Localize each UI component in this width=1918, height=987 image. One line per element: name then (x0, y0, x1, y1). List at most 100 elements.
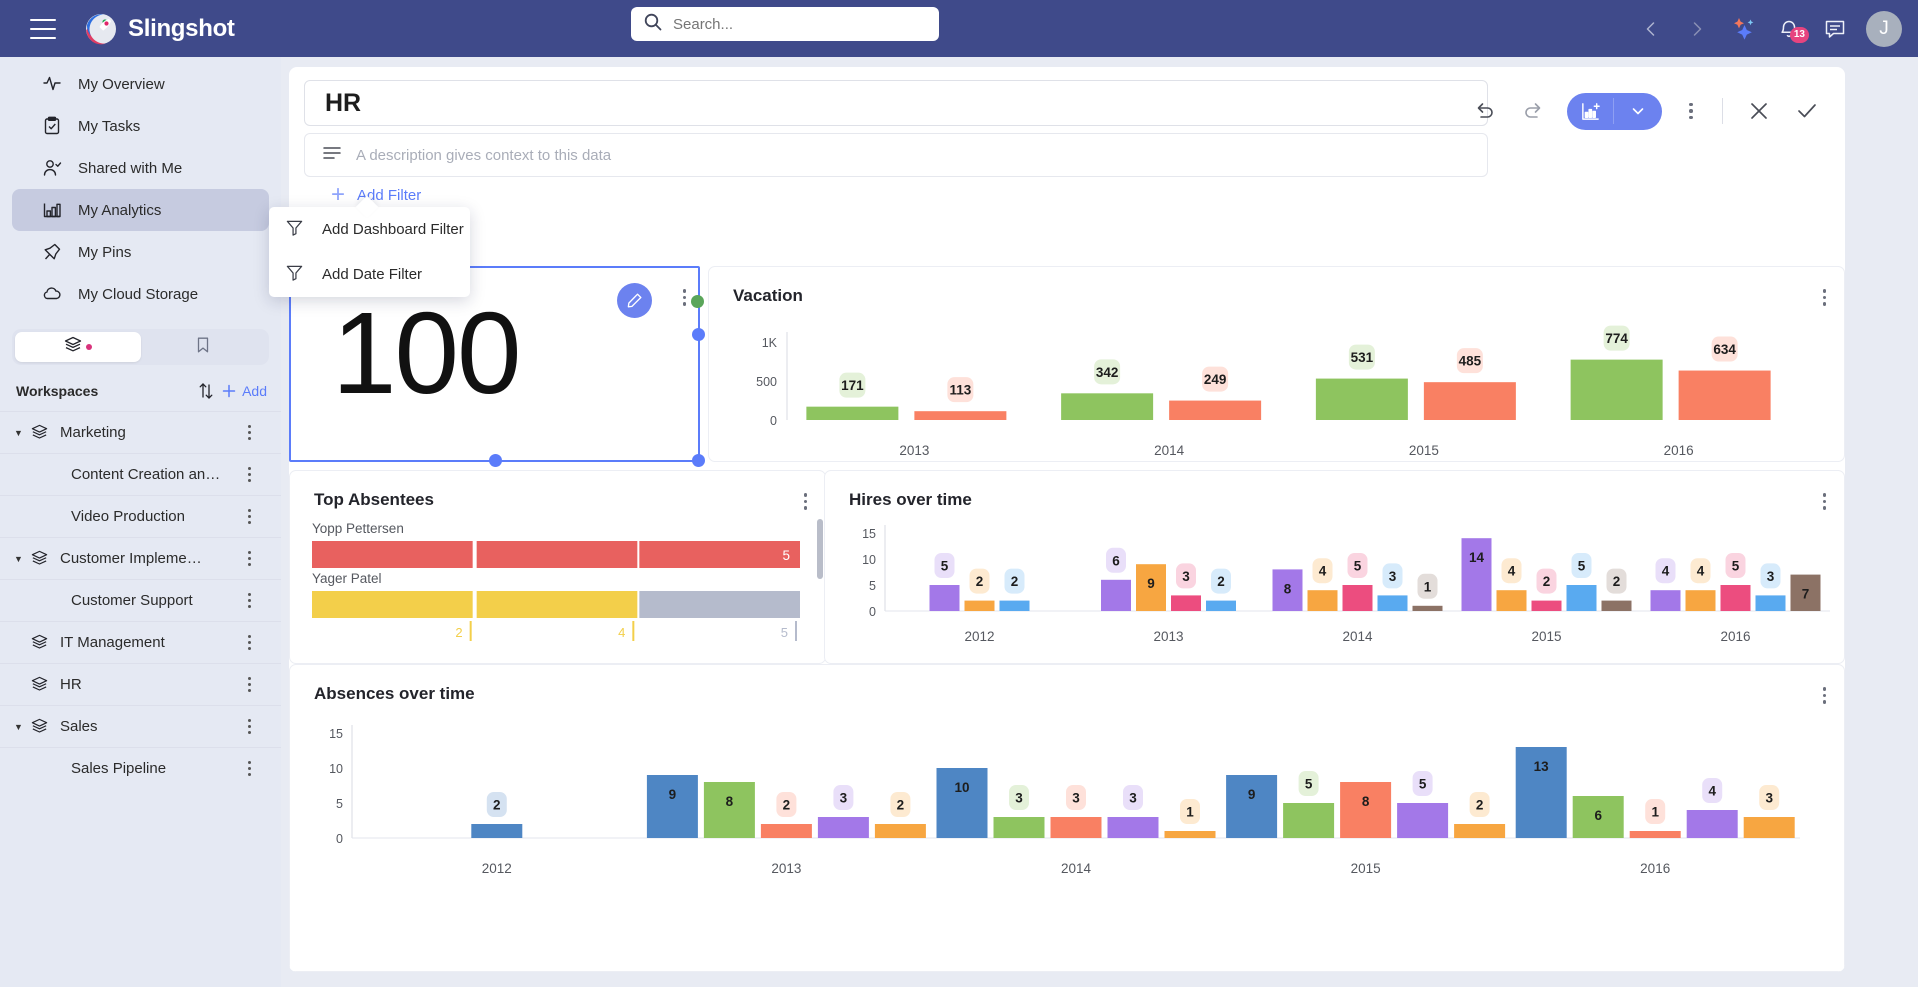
kebab-icon[interactable] (1823, 289, 1827, 306)
cloud-icon (42, 284, 62, 304)
kebab-icon[interactable] (248, 677, 251, 692)
widget-top-absentees[interactable]: Top Absentees Yopp Pettersen5Yager Patel… (289, 470, 826, 664)
sidebar-nav: My Overview My Tasks Shared with Me My A… (0, 57, 281, 315)
avatar[interactable]: J (1866, 11, 1902, 47)
add-chart-icon[interactable] (1567, 98, 1614, 124)
widget-title: Vacation (733, 286, 803, 306)
sparkles-icon[interactable] (1720, 6, 1766, 52)
svg-text:634: 634 (1713, 342, 1736, 357)
nav-forward-button[interactable] (1674, 6, 1720, 52)
kebab-icon[interactable] (248, 761, 251, 776)
clipboard-check-icon (42, 116, 62, 136)
svg-text:2: 2 (493, 798, 501, 813)
search-input[interactable] (673, 16, 903, 33)
svg-text:3: 3 (1767, 569, 1775, 584)
resize-handle-green[interactable] (691, 295, 704, 308)
more-options-button[interactable] (1674, 89, 1708, 133)
svg-text:5: 5 (869, 579, 876, 593)
workspace-row-content-creation[interactable]: Content Creation an… (0, 453, 281, 495)
workspace-label: Content Creation an… (71, 466, 220, 483)
svg-text:10: 10 (862, 553, 876, 567)
dashboard-description-input[interactable]: A description gives context to this data (304, 133, 1488, 177)
filter-icon (285, 218, 304, 241)
sidebar-item-my-overview[interactable]: My Overview (12, 63, 269, 105)
kebab-icon[interactable] (248, 425, 251, 440)
kebab-icon[interactable] (683, 289, 687, 306)
chevron-down-icon[interactable]: ▼ (14, 428, 28, 438)
workspace-row-video-production[interactable]: Video Production (0, 495, 281, 537)
kebab-icon[interactable] (248, 719, 251, 734)
workspace-label: Customer Implementa… (60, 550, 210, 567)
widget-absences[interactable]: Absences over time 051015201222013982322… (289, 664, 1845, 972)
kebab-icon[interactable] (1823, 687, 1827, 704)
dashboard-title-input[interactable]: HR (304, 80, 1488, 126)
workspace-list: ▼ Marketing Content Creation an… Video P… (0, 411, 281, 789)
kebab-icon[interactable] (1823, 493, 1827, 510)
svg-text:3: 3 (1072, 791, 1080, 806)
sidebar-item-my-analytics[interactable]: My Analytics (12, 189, 269, 231)
workspace-row-sales[interactable]: ▼ Sales (0, 705, 281, 747)
workspace-row-sales-pipeline[interactable]: Sales Pipeline (0, 747, 281, 789)
sidebar-item-my-tasks[interactable]: My Tasks (12, 105, 269, 147)
menu-item-add-dashboard-filter[interactable]: Add Dashboard Filter (269, 207, 470, 252)
notifications-button[interactable]: 13 (1766, 6, 1812, 52)
svg-text:14: 14 (1469, 550, 1485, 565)
sidebar-item-label: My Overview (78, 76, 165, 93)
svg-text:531: 531 (1351, 350, 1374, 365)
cancel-button[interactable] (1737, 89, 1781, 133)
menu-item-add-date-filter[interactable]: Add Date Filter (269, 252, 470, 297)
edit-widget-button[interactable] (617, 283, 652, 318)
sidebar-item-shared-with-me[interactable]: Shared with Me (12, 147, 269, 189)
svg-text:485: 485 (1459, 354, 1482, 369)
widget-hires[interactable]: Hires over time 051015201252220136932201… (824, 470, 1845, 664)
brand[interactable]: Slingshot (85, 13, 235, 45)
chevron-down-icon[interactable] (1614, 103, 1662, 119)
svg-text:4: 4 (1697, 564, 1705, 579)
kebab-icon[interactable] (248, 593, 251, 608)
kebab-icon[interactable] (248, 467, 251, 482)
nav-back-button[interactable] (1628, 6, 1674, 52)
svg-text:3: 3 (1182, 569, 1190, 584)
vertical-scrollbar[interactable] (817, 519, 823, 579)
sidebar-item-my-cloud-storage[interactable]: My Cloud Storage (12, 273, 269, 315)
tab-bookmarks[interactable] (141, 332, 267, 362)
kebab-icon[interactable] (804, 493, 808, 510)
workspace-row-marketing[interactable]: ▼ Marketing (0, 411, 281, 453)
undo-button[interactable] (1463, 89, 1507, 133)
chevron-down-icon[interactable]: ▼ (14, 554, 28, 564)
workspace-row-hr[interactable]: HR (0, 663, 281, 705)
tab-workspaces[interactable] (15, 332, 141, 362)
sidebar-item-my-pins[interactable]: My Pins (12, 231, 269, 273)
workspace-row-customer-implementation[interactable]: ▼ Customer Implementa… (0, 537, 281, 579)
svg-text:8: 8 (1362, 794, 1370, 809)
sort-arrows-icon[interactable] (191, 381, 221, 401)
svg-text:3: 3 (1015, 791, 1023, 806)
top-bar: Slingshot 13 (0, 0, 1918, 57)
resize-handle-right[interactable] (692, 328, 705, 341)
workspace-row-it-management[interactable]: IT Management (0, 621, 281, 663)
kebab-icon[interactable] (248, 635, 251, 650)
add-chart-button[interactable] (1567, 93, 1662, 130)
redo-button[interactable] (1511, 89, 1555, 133)
add-workspace-button[interactable]: Add (221, 383, 267, 399)
search-bar[interactable] (631, 7, 939, 41)
hamburger-icon[interactable] (30, 19, 56, 39)
svg-text:13: 13 (1534, 759, 1550, 774)
kebab-icon[interactable] (248, 509, 251, 524)
svg-text:2: 2 (1476, 798, 1484, 813)
svg-text:Yager Patel: Yager Patel (312, 571, 382, 586)
workspace-row-customer-support[interactable]: Customer Support (0, 579, 281, 621)
chart-absences: 0510152012220139823220141033312015958522… (290, 713, 1845, 903)
widget-vacation[interactable]: Vacation 05001K2013171113201434224920155… (708, 266, 1845, 462)
messages-button[interactable] (1812, 6, 1858, 52)
svg-text:9: 9 (669, 787, 677, 802)
svg-text:171: 171 (841, 378, 864, 393)
resize-handle-corner[interactable] (692, 454, 705, 467)
confirm-button[interactable] (1785, 89, 1829, 133)
kebab-icon[interactable] (248, 551, 251, 566)
svg-text:6: 6 (1112, 553, 1120, 568)
resize-handle-bottom[interactable] (489, 454, 502, 467)
bar-chart-icon (42, 200, 62, 220)
sidebar-item-label: My Cloud Storage (78, 286, 198, 303)
chevron-down-icon[interactable]: ▼ (14, 722, 28, 732)
